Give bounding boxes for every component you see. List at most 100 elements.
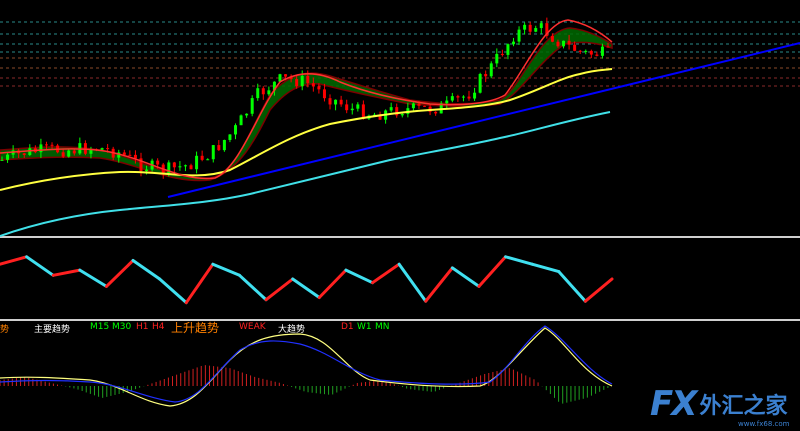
- candle-body: [467, 96, 471, 99]
- candle-body: [523, 24, 527, 30]
- oscillator-segment: [317, 268, 348, 299]
- candle-body: [44, 144, 48, 146]
- watermark-name: 外汇之家: [699, 394, 788, 419]
- watermark-brand: FX: [650, 384, 697, 424]
- candle-body: [300, 75, 304, 87]
- trend-partial-label: 势: [0, 325, 10, 335]
- oscillator-segment: [0, 255, 29, 266]
- candle-body: [606, 46, 610, 48]
- candle-body: [417, 103, 421, 106]
- candle-body: [261, 88, 265, 95]
- oscillator-segment: [344, 268, 375, 285]
- candle-body: [423, 105, 427, 107]
- candle-body: [250, 98, 254, 114]
- candle-body: [234, 125, 238, 135]
- candle-body: [328, 98, 332, 105]
- candle-body: [495, 53, 499, 64]
- candle-body: [50, 144, 54, 146]
- candle-body: [256, 88, 260, 99]
- candle-body: [345, 104, 349, 111]
- oscillator-segment: [504, 255, 534, 266]
- candle-body: [200, 155, 204, 160]
- candle-body: [478, 74, 482, 93]
- candle-body: [222, 139, 226, 151]
- candle-body: [450, 96, 454, 101]
- candle-body: [217, 145, 221, 151]
- candle-body: [106, 148, 110, 150]
- candle-body: [534, 28, 538, 32]
- oscillator-segment: [237, 273, 268, 302]
- candle-body: [306, 75, 310, 84]
- candle-body: [445, 100, 449, 104]
- candle-body: [72, 150, 76, 154]
- oscillator-segment: [211, 262, 241, 277]
- candle-body: [389, 107, 393, 111]
- candle-body: [172, 162, 176, 168]
- candle-body: [562, 40, 566, 47]
- candle-body: [528, 24, 532, 32]
- candle-body: [411, 103, 415, 109]
- candle-body: [361, 104, 365, 119]
- candle-body: [6, 154, 10, 160]
- candle-body: [267, 90, 271, 95]
- candle-body: [39, 144, 43, 153]
- main-trend-label: 主要趋势: [34, 325, 71, 335]
- oscillator-segment: [583, 277, 614, 303]
- candle-body: [517, 29, 521, 42]
- oscillator-segment: [371, 262, 401, 285]
- candle-body: [295, 79, 299, 87]
- candle-body: [578, 50, 582, 52]
- macd-line: [0, 327, 613, 407]
- candle-body: [195, 155, 199, 170]
- candle-body: [317, 86, 321, 90]
- candle-body: [473, 92, 477, 99]
- candle-body: [0, 159, 4, 161]
- oscillator-segment: [450, 266, 481, 288]
- weak-label: WEAK: [239, 322, 266, 332]
- candle-body: [122, 152, 126, 155]
- oscillator-segment: [51, 268, 82, 277]
- candle-body: [228, 134, 232, 140]
- h4-label: H4: [152, 322, 165, 332]
- candle-body: [183, 165, 187, 167]
- oscillator-segment: [25, 255, 55, 277]
- oscillator-segment: [104, 259, 135, 288]
- oscillator-segment: [184, 262, 215, 305]
- oscillator-line: [0, 255, 614, 305]
- oscillator-segment: [264, 277, 295, 302]
- candle-body: [334, 99, 338, 105]
- candle-body: [539, 23, 543, 29]
- candle-body: [350, 108, 354, 111]
- candle-body: [500, 53, 504, 55]
- candle-body: [245, 113, 249, 116]
- candle-body: [311, 83, 315, 87]
- candle-body: [356, 104, 360, 109]
- candle-body: [511, 41, 515, 45]
- oscillator-segment: [477, 255, 508, 288]
- candle-body: [489, 63, 493, 77]
- d1-label: D1: [341, 322, 354, 332]
- candle-body: [206, 159, 210, 161]
- chart-canvas[interactable]: [0, 0, 800, 431]
- candle-body: [145, 169, 149, 172]
- candle-body: [189, 165, 193, 170]
- watermark-url: www.fx68.com: [738, 420, 790, 428]
- m15-label: M15: [90, 322, 110, 332]
- w1-label: W1: [357, 322, 372, 332]
- candle-body: [322, 89, 326, 99]
- candle-body: [550, 35, 554, 42]
- oscillator-segment: [131, 259, 162, 281]
- candle-body: [178, 166, 182, 168]
- signal-line: [0, 325, 613, 403]
- mn-label: MN: [375, 322, 390, 332]
- m30-label: M30: [112, 322, 132, 332]
- macd-histogram: [0, 365, 609, 404]
- candle-body: [400, 113, 404, 116]
- candle-body: [239, 115, 243, 126]
- price-levels: [0, 21, 800, 87]
- candle-body: [133, 154, 137, 159]
- uptrend-label: 上升趋势: [171, 321, 220, 335]
- candle-body: [584, 50, 588, 52]
- candle-body: [100, 148, 104, 150]
- fx68-watermark-logo: FX 外汇之家: [650, 384, 787, 424]
